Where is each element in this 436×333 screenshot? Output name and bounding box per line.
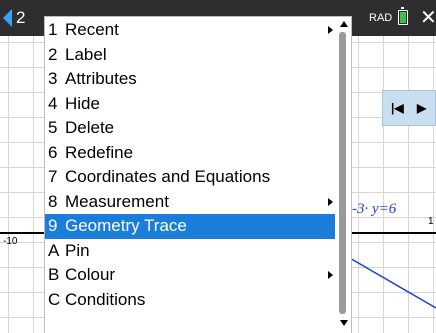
menu-item-geometry-trace[interactable]: 9 Geometry Trace — [45, 214, 335, 239]
battery-icon — [398, 7, 408, 25]
menu-item-key: 9 — [48, 216, 58, 235]
menu-item-label: Geometry Trace — [65, 216, 187, 235]
menu-item-label: Recent — [65, 20, 119, 39]
menu-item-key: B — [48, 265, 60, 284]
menu-item-key: A — [48, 240, 60, 260]
menu-item-label: Redefine — [65, 142, 134, 162]
menu-item-redefine[interactable]: 6 Redefine — [45, 141, 335, 166]
context-menu: C Conditions B Colour A Pin 9 Geometry Trace 8 Me… — [45, 17, 351, 333]
menu-item-pin[interactable]: A Pin — [45, 239, 335, 264]
menu-item-coordinates-and-equations[interactable]: 7 Coordinates and Equations — [45, 165, 335, 190]
menu-item-key: 7 — [48, 167, 58, 186]
menu-item-label: Hide — [65, 93, 100, 113]
menu-item-key: 1 — [48, 20, 58, 39]
angle-mode-indicator: RAD — [369, 12, 393, 24]
scroll-down-icon[interactable] — [340, 320, 348, 326]
submenu-arrow-icon — [328, 271, 333, 279]
submenu-arrow-icon — [328, 26, 333, 34]
menu-item-measurement[interactable]: 8 Measurement — [45, 190, 335, 215]
menu-item-key: 6 — [48, 142, 58, 162]
menu-item-label: Delete — [65, 118, 115, 137]
menu-item-colour[interactable]: B Colour — [45, 263, 335, 288]
menu-item-label: Coordinates and Equations — [65, 167, 271, 186]
close-icon[interactable]: ✕ — [420, 4, 436, 32]
menu-item-label: Conditions — [65, 289, 146, 309]
submenu-arrow-icon — [328, 197, 333, 206]
scroll-up-icon[interactable] — [340, 21, 348, 27]
previous-page-icon[interactable] — [3, 9, 12, 27]
menu-item-label: Attributes — [65, 69, 137, 88]
menu-item-label[interactable]: 2 Label — [45, 43, 335, 68]
menu-item-key: 3 — [48, 69, 58, 88]
menu-scrollbar[interactable] — [335, 17, 351, 333]
menu-item-recent[interactable]: 1 Recent — [45, 18, 335, 43]
scroll-thumb[interactable] — [339, 32, 346, 314]
menu-item-key: 8 — [48, 191, 58, 211]
menu-item-key: C — [48, 289, 61, 309]
menu-item-key: 5 — [48, 118, 58, 137]
menu-item-key: 4 — [48, 93, 58, 113]
menu-item-hide[interactable]: 4 Hide — [45, 92, 335, 117]
page-tab-number[interactable]: 2 — [16, 0, 25, 36]
menu-item-label: Measurement — [65, 191, 169, 211]
menu-item-delete[interactable]: 5 Delete — [45, 116, 335, 141]
menu-item-label: Colour — [65, 265, 116, 284]
menu-item-key: 2 — [48, 44, 58, 64]
menu-item-label: Label — [65, 44, 107, 64]
menu-item-attributes[interactable]: 3 Attributes — [45, 67, 335, 92]
menu-item-conditions[interactable]: C Conditions — [45, 288, 335, 313]
menu-item-label: Pin — [65, 240, 90, 260]
